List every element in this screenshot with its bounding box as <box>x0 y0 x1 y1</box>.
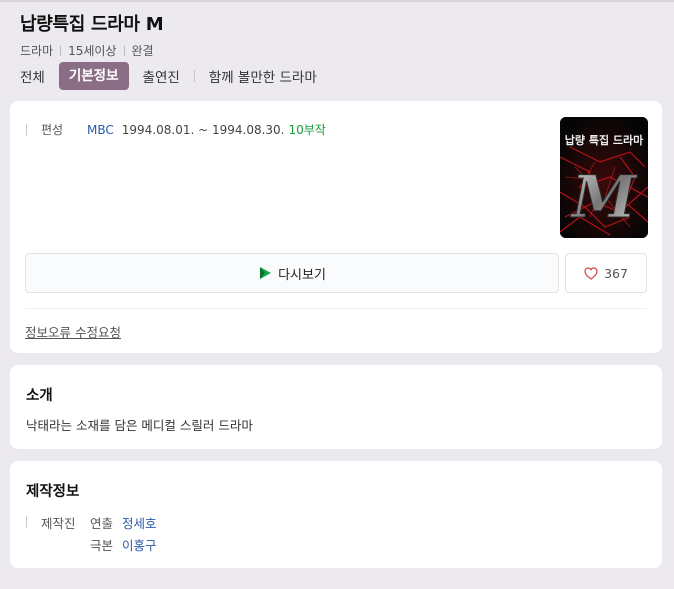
page-title: 납량특집 드라마 M <box>20 14 164 35</box>
poster-title: 납량 특집 드라마 <box>565 133 644 147</box>
meta-separator <box>123 45 125 56</box>
intro-card: 소개 낙태라는 소재를 담은 메디컬 스릴러 드라마 <box>10 365 662 449</box>
top-shadow <box>0 0 674 2</box>
tab-separator <box>193 70 195 82</box>
poster-letter: M <box>570 163 638 231</box>
basic-info-card: 편성 MBC 1994.08.01. ~ 1994.08.30. 10부작 납량… <box>10 101 662 353</box>
heart-icon <box>584 266 598 280</box>
meta-line: 드라마 15세이상 완결 <box>20 42 163 59</box>
poster-image[interactable]: 납량 특집 드라마 M <box>560 117 648 238</box>
header: 납량특집 드라마 M 드라마 15세이상 완결 <box>20 10 164 59</box>
production-label: 제작진 <box>41 515 76 531</box>
production-row: 극본 이홍구 <box>26 533 157 555</box>
meta-separator <box>60 45 62 56</box>
channel-link[interactable]: MBC <box>87 123 114 137</box>
broadcast-dates: 1994.08.01. ~ 1994.08.30. <box>121 122 285 137</box>
play-icon <box>258 266 272 280</box>
rewatch-label: 다시보기 <box>278 267 326 283</box>
meta-rating: 15세이상 <box>68 44 117 58</box>
tab-bar: 전체 기본정보 출연진 함께 볼만한 드라마 <box>20 62 317 90</box>
rewatch-button[interactable]: 다시보기 <box>25 253 559 293</box>
production-card: 제작정보 제작진 연출 정세호 극본 이홍구 <box>10 461 662 568</box>
like-button[interactable]: 367 <box>565 253 647 293</box>
broadcast-label: 편성 <box>41 123 64 137</box>
production-row: 제작진 연출 정세호 <box>26 511 157 533</box>
meta-status: 완결 <box>131 44 154 58</box>
tab-all[interactable]: 전체 <box>20 66 45 86</box>
like-count: 367 <box>604 265 628 281</box>
role-writer: 극본 <box>90 537 114 553</box>
meta-genre: 드라마 <box>20 44 54 58</box>
production-info: 제작진 연출 정세호 극본 이홍구 <box>26 511 157 555</box>
production-title: 제작정보 <box>26 484 80 500</box>
director-link[interactable]: 정세호 <box>122 513 157 532</box>
broadcast-info: 편성 MBC 1994.08.01. ~ 1994.08.30. 10부작 <box>26 121 326 138</box>
tab-recommended[interactable]: 함께 볼만한 드라마 <box>209 66 317 86</box>
episode-count: 10부작 <box>288 123 326 137</box>
tab-cast[interactable]: 출연진 <box>143 66 180 86</box>
intro-title: 소개 <box>26 388 53 404</box>
role-director: 연출 <box>90 515 114 531</box>
intro-text: 낙태라는 소재를 담은 메디컬 스릴러 드라마 <box>26 418 253 433</box>
writer-link[interactable]: 이홍구 <box>122 535 157 554</box>
tab-basic-info[interactable]: 기본정보 <box>58 62 129 90</box>
divider <box>25 308 647 309</box>
report-error-link[interactable]: 정보오류 수정요청 <box>25 322 121 341</box>
